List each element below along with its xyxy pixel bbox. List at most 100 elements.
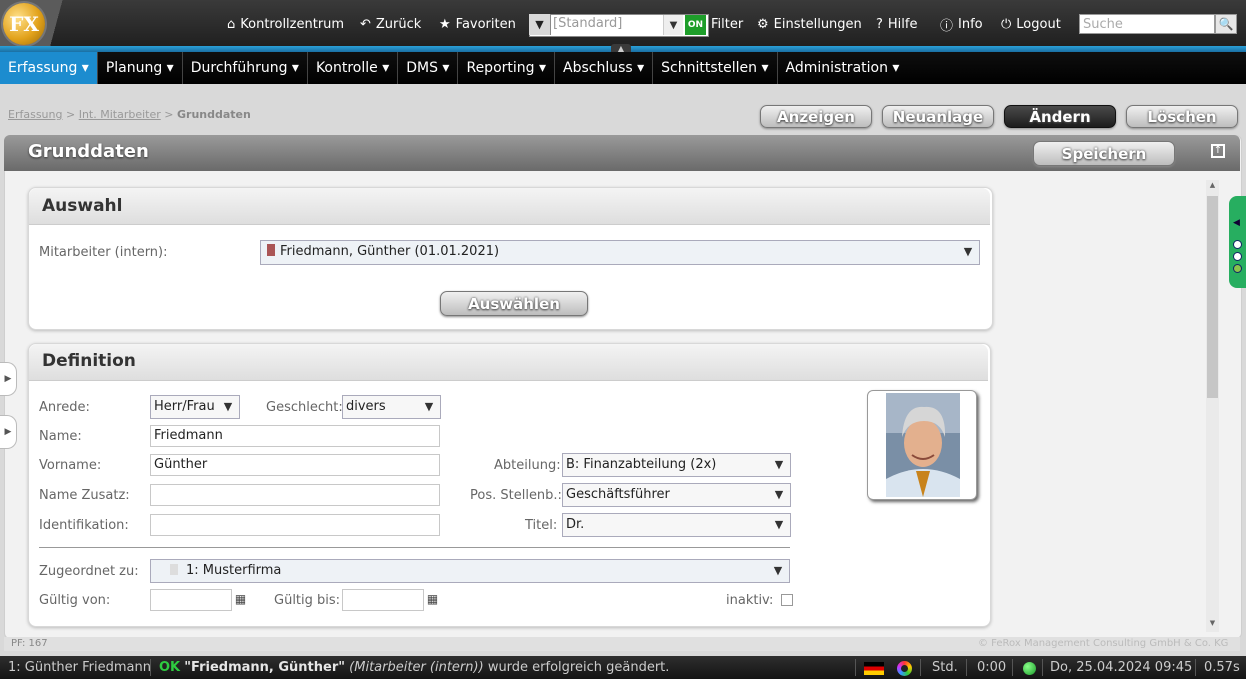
star-icon: ★: [439, 16, 451, 32]
funnel-icon[interactable]: ▼: [529, 14, 551, 35]
scroll-down-icon[interactable]: ▼: [1206, 619, 1219, 631]
zugeordnet-label: Zugeordnet zu:: [39, 564, 139, 579]
namezusatz-label: Name Zusatz:: [39, 488, 130, 503]
filter-selected-value[interactable]: [Standard]: [553, 16, 663, 34]
filter-on-toggle[interactable]: ON: [685, 15, 706, 35]
page-title: Grunddaten: [28, 141, 149, 162]
menu-reporting[interactable]: Reporting ▾: [458, 52, 556, 84]
name-label: Name:: [39, 429, 82, 444]
logo-letters: FX: [9, 12, 39, 36]
chevron-down-icon[interactable]: ▼: [663, 15, 683, 35]
titel-value: Dr.: [566, 517, 585, 532]
namezusatz-field[interactable]: [150, 484, 440, 506]
home-icon: ⌂: [227, 16, 236, 32]
gear-icon: ⚙: [757, 16, 769, 32]
breadcrumb-separator: >: [65, 108, 76, 121]
menu-kontrolle[interactable]: Kontrolle ▾: [308, 52, 399, 84]
menu-dms[interactable]: DMS ▾: [398, 52, 459, 84]
filter-label[interactable]: Filter: [711, 14, 743, 34]
show-button[interactable]: Anzeigen: [760, 105, 872, 128]
titel-label: Titel:: [525, 518, 558, 533]
edit-button[interactable]: Ändern: [1004, 105, 1116, 128]
nav-favoriten[interactable]: ★ Favoriten: [439, 14, 516, 34]
select-employee-button[interactable]: Auswählen: [440, 291, 588, 316]
menu-durchfuehrung[interactable]: Durchführung ▾: [183, 52, 308, 84]
nav-info-label: Info: [958, 16, 983, 32]
building-icon: [170, 564, 178, 575]
gueltig-von-label: Gültig von:: [39, 593, 111, 608]
name-field[interactable]: Friedmann: [150, 425, 440, 447]
inaktiv-label: inaktiv:: [726, 593, 774, 608]
delete-button[interactable]: Löschen: [1126, 105, 1238, 128]
nav-logout[interactable]: ⏻ Logout: [1001, 14, 1061, 34]
search-icon[interactable]: 🔍: [1215, 14, 1237, 34]
employee-select[interactable]: Friedmann, Günther (01.01.2021) ▼: [260, 240, 980, 265]
german-flag-icon[interactable]: [864, 662, 884, 675]
identifikation-field[interactable]: [150, 514, 440, 536]
zugeordnet-select[interactable]: 1: Musterfirma ▼: [150, 559, 790, 583]
menu-planung[interactable]: Planung ▾: [98, 52, 183, 84]
status-user: 1: Günther Friedmann: [8, 660, 151, 675]
breadcrumb-current: Grunddaten: [176, 108, 251, 121]
connection-status-icon: [1023, 662, 1036, 675]
menu-abschluss[interactable]: Abschluss ▾: [555, 52, 654, 84]
abteilung-value: B: Finanzabteilung (2x): [566, 457, 717, 472]
scroll-up-icon[interactable]: ▲: [1206, 181, 1219, 193]
anrede-select[interactable]: Herr/Frau ▼: [150, 395, 240, 419]
calendar-icon[interactable]: ▦: [232, 590, 249, 608]
menu-schnittstellen[interactable]: Schnittstellen ▾: [653, 52, 778, 84]
zugeordnet-value: 1: Musterfirma: [186, 563, 282, 578]
search-input[interactable]: Suche: [1079, 14, 1215, 34]
app-logo[interactable]: FX: [3, 3, 45, 45]
maximize-icon[interactable]: ↑: [1211, 144, 1225, 158]
collapse-arrow-icon[interactable]: ◀: [1233, 218, 1241, 228]
vorname-field[interactable]: Günther: [150, 454, 440, 476]
nav-info[interactable]: ⓘ Info: [940, 14, 983, 34]
nav-hilfe-label: Hilfe: [887, 16, 918, 32]
new-button[interactable]: Neuanlage: [882, 105, 994, 128]
geschlecht-select[interactable]: divers ▼: [342, 395, 441, 419]
breadcrumb-erfassung[interactable]: Erfassung: [8, 108, 62, 121]
undo-icon: ↶: [360, 16, 371, 32]
chevron-down-icon: ▼: [223, 400, 233, 413]
expand-left-icon[interactable]: ▶: [0, 362, 17, 396]
employee-label: Mitarbeiter (intern):: [39, 245, 168, 260]
employee-photo-frame[interactable]: [867, 390, 977, 500]
stelle-select[interactable]: Geschäftsführer ▼: [562, 483, 791, 507]
menu-erfassung[interactable]: Erfassung ▾: [0, 52, 98, 84]
nav-einstellungen[interactable]: ⚙ Einstellungen: [757, 14, 862, 34]
expand-left-icon-2[interactable]: ▶: [0, 415, 17, 449]
status-message: OK "Friedmann, Günther" (Mitarbeiter (in…: [159, 660, 669, 675]
breadcrumb-separator: >: [164, 108, 174, 121]
scrollbar-thumb[interactable]: [1207, 196, 1218, 398]
calendar-icon[interactable]: ▦: [424, 590, 441, 608]
status-time: 0:00: [977, 660, 1007, 675]
status-separator: [1195, 659, 1196, 676]
inaktiv-checkbox[interactable]: [781, 594, 793, 606]
status-separator: [920, 659, 921, 676]
breadcrumb-int-mitarbeiter[interactable]: Int. Mitarbeiter: [79, 108, 161, 121]
nav-kontrollzentrum[interactable]: ⌂ Kontrollzentrum: [227, 14, 344, 34]
status-message-type: (Mitarbeiter (intern)): [349, 660, 484, 675]
definition-header: [29, 344, 988, 381]
identifikation-label: Identifikation:: [39, 518, 129, 533]
copyright: © FeRox Management Consulting GmbH & Co.…: [978, 638, 1229, 649]
status-ok: OK: [159, 660, 181, 675]
menu-administration[interactable]: Administration ▾: [778, 52, 908, 84]
status-separator: [855, 659, 856, 676]
color-wheel-icon[interactable]: [897, 661, 912, 676]
vorname-label: Vorname:: [39, 458, 102, 473]
nav-zurueck[interactable]: ↶ Zurück: [360, 14, 421, 34]
titel-select[interactable]: Dr. ▼: [562, 513, 791, 537]
anrede-value: Herr/Frau: [154, 399, 215, 414]
status-dot-icon: [1233, 240, 1242, 249]
nav-hilfe[interactable]: ? Hilfe: [876, 14, 917, 34]
gueltig-bis-field[interactable]: [342, 589, 424, 611]
save-button[interactable]: Speichern: [1033, 141, 1175, 166]
gueltig-von-field[interactable]: [150, 589, 232, 611]
abteilung-label: Abteilung:: [494, 458, 561, 473]
status-mode: Std.: [932, 660, 958, 675]
status-message-name: "Friedmann, Günther": [184, 660, 346, 675]
abteilung-select[interactable]: B: Finanzabteilung (2x) ▼: [562, 453, 791, 477]
employee-select-value: Friedmann, Günther (01.01.2021): [280, 244, 500, 259]
